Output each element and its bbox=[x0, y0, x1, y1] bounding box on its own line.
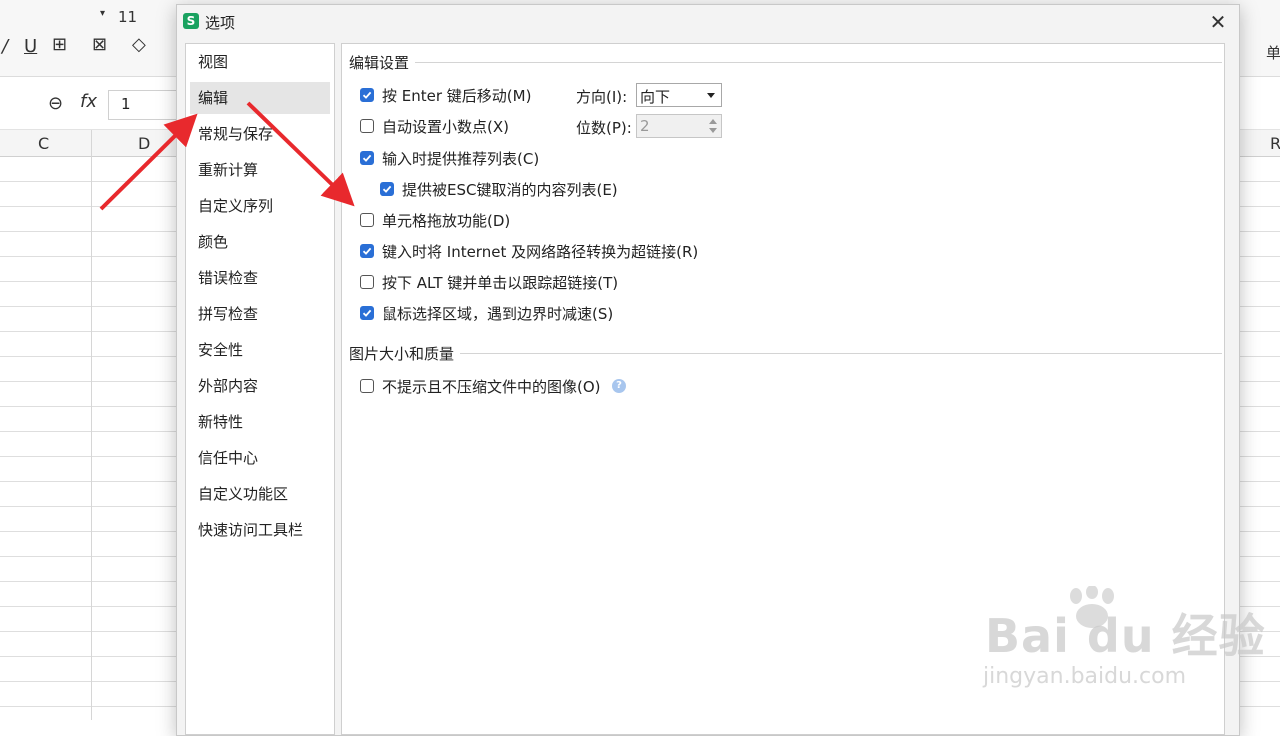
nav-item-edit[interactable]: 编辑 bbox=[190, 82, 330, 114]
dialog-title: 选项 bbox=[205, 14, 236, 32]
option-label: 鼠标选择区域，遇到边界时减速(S) bbox=[382, 304, 614, 323]
digits-value: 2 bbox=[640, 117, 650, 135]
column-header-r[interactable]: R bbox=[1270, 134, 1280, 153]
spin-down-icon bbox=[709, 128, 717, 133]
option-label: 按 Enter 键后移动(M) bbox=[382, 86, 532, 105]
option-label: 输入时提供推荐列表(C) bbox=[382, 149, 540, 168]
direction-label: 方向(I): bbox=[576, 88, 628, 106]
section-divider bbox=[350, 353, 1222, 354]
option-esc-cancel-list[interactable]: 提供被ESC键取消的内容列表(E) bbox=[380, 178, 618, 200]
font-size-box[interactable]: 11 bbox=[118, 8, 137, 26]
help-icon[interactable]: ? bbox=[612, 379, 626, 393]
checkbox[interactable] bbox=[360, 151, 374, 165]
section-divider bbox=[350, 62, 1222, 63]
underline-icon[interactable]: U bbox=[24, 36, 37, 57]
dialog-titlebar[interactable]: S 选项 ✕ bbox=[177, 5, 1239, 39]
font-dropdown-arrow-icon[interactable]: ▾ bbox=[100, 8, 105, 19]
nav-item-general-save[interactable]: 常规与保存 bbox=[190, 118, 330, 150]
option-label: 键入时将 Internet 及网络路径转换为超链接(R) bbox=[382, 242, 699, 261]
nav-item-spell-check[interactable]: 拼写检查 bbox=[190, 298, 330, 330]
watermark-brand: Bai du 经验 bbox=[985, 609, 1266, 663]
option-auto-hyperlink[interactable]: 键入时将 Internet 及网络路径转换为超链接(R) bbox=[360, 240, 698, 262]
digits-spinner: 2 bbox=[636, 114, 722, 138]
checkbox[interactable] bbox=[360, 244, 374, 258]
option-label: 按下 ALT 键并单击以跟踪超链接(T) bbox=[382, 273, 619, 292]
checkbox[interactable] bbox=[360, 213, 374, 227]
italic-icon[interactable]: / bbox=[2, 36, 8, 57]
nav-item-custom-lists[interactable]: 自定义序列 bbox=[190, 190, 330, 222]
checkbox[interactable] bbox=[360, 379, 374, 393]
fx-icon[interactable]: fx bbox=[80, 91, 97, 112]
toolbar-label-right[interactable]: 单 bbox=[1266, 42, 1280, 63]
options-nav: 视图 编辑 常规与保存 重新计算 自定义序列 颜色 错误检查 拼写检查 安全性 … bbox=[185, 43, 335, 735]
grid-column-line bbox=[91, 130, 92, 720]
nav-item-recalculate[interactable]: 重新计算 bbox=[190, 154, 330, 186]
nav-item-trust-center[interactable]: 信任中心 bbox=[190, 442, 330, 474]
direction-select[interactable]: 向下 bbox=[636, 83, 722, 107]
option-label: 单元格拖放功能(D) bbox=[382, 211, 511, 230]
option-slow-at-border[interactable]: 鼠标选择区域，遇到边界时减速(S) bbox=[360, 302, 613, 324]
column-header-c[interactable]: C bbox=[38, 134, 49, 153]
option-alt-click-hyperlink[interactable]: 按下 ALT 键并单击以跟踪超链接(T) bbox=[360, 271, 618, 293]
chevron-down-icon bbox=[707, 93, 715, 98]
nav-item-new-features[interactable]: 新特性 bbox=[190, 406, 330, 438]
option-move-after-enter[interactable]: 按 Enter 键后移动(M) bbox=[360, 84, 531, 106]
column-header-d[interactable]: D bbox=[138, 134, 150, 153]
option-label: 自动设置小数点(X) bbox=[382, 117, 509, 136]
border-icon[interactable]: ⊞ bbox=[52, 34, 67, 55]
nav-item-color[interactable]: 颜色 bbox=[190, 226, 330, 258]
nav-item-error-check[interactable]: 错误检查 bbox=[190, 262, 330, 294]
option-no-compress-images[interactable]: 不提示且不压缩文件中的图像(O) bbox=[360, 375, 601, 397]
checkbox[interactable] bbox=[360, 88, 374, 102]
checkbox[interactable] bbox=[360, 119, 374, 133]
option-auto-decimal[interactable]: 自动设置小数点(X) bbox=[360, 115, 509, 137]
checkbox[interactable] bbox=[360, 306, 374, 320]
direction-value: 向下 bbox=[640, 88, 671, 106]
close-icon[interactable]: ✕ bbox=[1203, 7, 1233, 37]
checkbox[interactable] bbox=[360, 275, 374, 289]
cell-style-icon[interactable]: ⊠ bbox=[92, 34, 107, 55]
formula-input[interactable]: 1 bbox=[108, 90, 180, 120]
section-title-image-quality: 图片大小和质量 bbox=[349, 343, 461, 364]
checkbox[interactable] bbox=[380, 182, 394, 196]
nav-item-view[interactable]: 视图 bbox=[190, 46, 330, 78]
option-cell-drag-drop[interactable]: 单元格拖放功能(D) bbox=[360, 209, 510, 231]
digits-label: 位数(P): bbox=[576, 119, 632, 137]
nav-item-external-content[interactable]: 外部内容 bbox=[190, 370, 330, 402]
option-label: 提供被ESC键取消的内容列表(E) bbox=[402, 180, 618, 199]
fill-color-icon[interactable]: ◇ bbox=[132, 34, 146, 55]
option-autocomplete-list[interactable]: 输入时提供推荐列表(C) bbox=[360, 147, 539, 169]
nav-item-custom-ribbon[interactable]: 自定义功能区 bbox=[190, 478, 330, 510]
watermark-url: jingyan.baidu.com bbox=[983, 664, 1187, 689]
nav-item-quick-access-toolbar[interactable]: 快速访问工具栏 bbox=[190, 514, 330, 546]
section-title-edit-settings: 编辑设置 bbox=[349, 52, 416, 73]
nav-item-security[interactable]: 安全性 bbox=[190, 334, 330, 366]
zoom-icon[interactable]: ⊖ bbox=[48, 93, 63, 114]
spin-up-icon bbox=[709, 119, 717, 124]
spreadsheet-app-icon: S bbox=[183, 13, 199, 29]
formula-value: 1 bbox=[121, 95, 131, 113]
option-label: 不提示且不压缩文件中的图像(O) bbox=[382, 377, 601, 396]
